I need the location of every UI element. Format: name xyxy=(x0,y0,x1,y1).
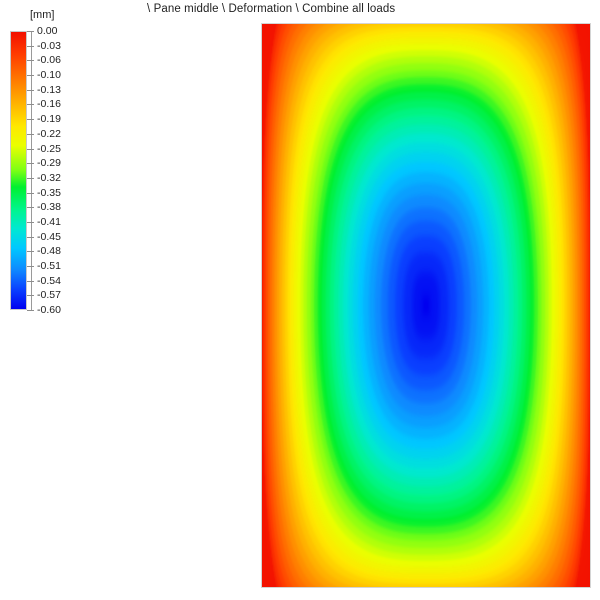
colorbar-tick-label: -0.60 xyxy=(37,304,61,316)
colorbar-tick xyxy=(27,207,34,209)
colorbar-tick-label: -0.41 xyxy=(37,215,61,228)
colorbar-tick-label: -0.16 xyxy=(37,98,61,111)
colorbar-tick xyxy=(27,163,34,165)
colorbar-tick xyxy=(27,104,34,106)
contour-plot xyxy=(261,23,591,588)
colorbar-tick-label: -0.03 xyxy=(37,39,61,52)
colorbar-tick xyxy=(27,45,34,47)
colorbar-tick-label: -0.22 xyxy=(37,127,61,140)
colorbar-tick xyxy=(27,295,34,297)
colorbar-tick-label: -0.32 xyxy=(37,171,61,184)
colorbar-axis-line xyxy=(31,31,32,310)
colorbar-unit-label: [mm] xyxy=(30,9,55,21)
colorbar-tick xyxy=(27,119,34,121)
deformation-contour-canvas xyxy=(261,23,591,588)
colorbar-tick-label: -0.29 xyxy=(37,157,61,170)
colorbar-tick-label: -0.54 xyxy=(37,274,61,287)
colorbar-tick xyxy=(27,133,34,135)
colorbar-tick-label: -0.57 xyxy=(37,289,61,302)
colorbar-tick xyxy=(27,251,34,253)
colorbar-tick-label: 0.00 xyxy=(37,25,58,37)
colorbar-tick-label: -0.35 xyxy=(37,186,61,199)
page-title: \ Pane middle \ Deformation \ Combine al… xyxy=(147,3,396,15)
colorbar-tick xyxy=(27,31,34,32)
colorbar-tick-label: -0.06 xyxy=(37,54,61,67)
colorbar-tick-label: -0.19 xyxy=(37,113,61,126)
colorbar-legend: [mm] 0.00 -0.03 -0.06 -0.10 -0.13 -0.16 -0.19-… xyxy=(0,0,120,340)
colorbar-tick-label: -0.25 xyxy=(37,142,61,155)
colorbar-tick-label: -0.48 xyxy=(37,245,61,258)
colorbar-tick xyxy=(27,148,34,150)
colorbar-tick xyxy=(27,310,34,311)
colorbar-tick-label: -0.51 xyxy=(37,259,61,272)
colorbar-tick xyxy=(27,265,34,267)
colorbar-tick-label: -0.45 xyxy=(37,230,61,243)
colorbar-tick xyxy=(27,177,34,179)
colorbar-tick xyxy=(27,192,34,194)
colorbar-tick xyxy=(27,75,34,77)
colorbar-tick xyxy=(27,236,34,238)
colorbar-tick-label: -0.13 xyxy=(37,83,61,96)
colorbar-tick xyxy=(27,60,34,62)
colorbar-tick xyxy=(27,221,34,223)
colorbar-tick xyxy=(27,280,34,282)
colorbar-tick-label: -0.10 xyxy=(37,69,61,82)
colorbar-tick-label: -0.38 xyxy=(37,201,61,214)
colorbar-gradient-strip xyxy=(10,31,27,310)
colorbar-tick xyxy=(27,89,34,91)
